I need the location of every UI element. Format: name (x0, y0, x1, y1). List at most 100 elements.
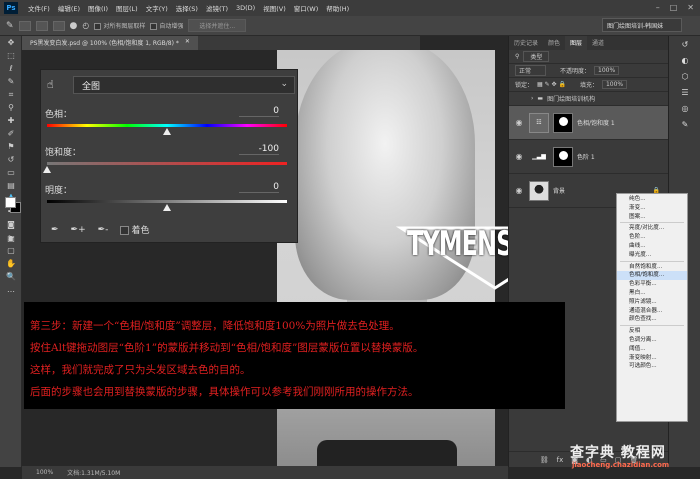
history-icon[interactable]: ↺ (669, 36, 700, 52)
menu-item[interactable]: 照片滤镜... (617, 298, 687, 307)
healing-tool-icon[interactable]: ✚ (0, 114, 22, 127)
menu-image[interactable]: 图像(I) (84, 3, 112, 13)
menu-file[interactable]: 文件(F) (24, 3, 54, 13)
brush-size-icon[interactable]: ● (70, 21, 78, 31)
paths-icon[interactable]: ✎ (669, 116, 700, 132)
minimize-icon[interactable]: – (656, 3, 660, 12)
eyedropper-minus-icon[interactable]: ✒- (98, 225, 109, 235)
eyedropper-plus-icon[interactable]: ✒+ (71, 225, 86, 235)
menu-layer[interactable]: 图层(L) (112, 3, 142, 13)
document-tab[interactable]: PS黑发变白发.psd @ 100% (色相/饱和度 1, RGB/8) * ✕ (22, 36, 198, 50)
menu-item[interactable]: 色彩平衡... (617, 280, 687, 289)
menu-item[interactable]: 反相 (617, 327, 687, 336)
colorize-checkbox[interactable]: 着色 (120, 223, 149, 236)
menu-item[interactable]: 曲线... (617, 242, 687, 251)
tab-channels[interactable]: 通道 (587, 36, 609, 50)
layer-row-levels[interactable]: ◉ ▁▃▆ 色阶 1 (509, 140, 668, 174)
lightness-input[interactable]: 0 (239, 182, 279, 193)
hue-input[interactable]: 0 (239, 106, 279, 117)
marquee-tool-icon[interactable]: ⬚ (0, 49, 22, 62)
brush-angle-icon[interactable]: ◴ (82, 21, 89, 30)
menu-item[interactable]: 阈值... (617, 345, 687, 354)
eye-icon[interactable]: ◉ (513, 152, 525, 161)
quick-mask-icon[interactable]: ◙ (0, 218, 22, 231)
layer-mask-thumbnail[interactable] (553, 146, 573, 167)
layer-kind-filter[interactable]: 类型 (523, 51, 550, 62)
hand-tool-icon[interactable]: ✋ (0, 257, 22, 270)
eyedropper-tool-icon[interactable]: ⚲ (0, 101, 22, 114)
tab-history[interactable]: 历史记录 (509, 36, 543, 50)
targeted-adjust-icon[interactable]: ☝ (47, 78, 54, 91)
fx-icon[interactable]: fx (557, 456, 564, 464)
tab-close-icon[interactable]: ✕ (185, 38, 190, 48)
layer-row-hue-saturation[interactable]: ◉ ☷ 色相/饱和度 1 (509, 106, 668, 140)
menu-item[interactable]: 黑白... (617, 289, 687, 298)
sample-all-layers-checkbox[interactable]: 对所有图层取样 (94, 21, 145, 30)
tab-color[interactable]: 颜色 (543, 36, 565, 50)
hue-slider-thumb[interactable] (163, 128, 171, 135)
workspace-dropdown[interactable]: 图门绘图培训-韩国妹 (602, 18, 682, 32)
zoom-tool-icon[interactable]: 🔍 (0, 270, 22, 283)
menu-item[interactable]: 图案... (617, 213, 687, 222)
preset-range-dropdown[interactable]: 全图 ⌄ (73, 76, 295, 94)
menu-item[interactable]: 亮度/对比度... (617, 224, 687, 233)
quick-select-tool-icon[interactable]: ✎ (6, 21, 14, 31)
add-selection-button[interactable] (35, 20, 48, 31)
menu-edit[interactable]: 编辑(E) (54, 3, 84, 13)
menu-3d[interactable]: 3D(D) (232, 4, 259, 12)
move-tool-icon[interactable]: ✥ (0, 36, 22, 49)
menu-item[interactable]: 颜色查找... (617, 315, 687, 324)
stamp-tool-icon[interactable]: ⚑ (0, 140, 22, 153)
hue-slider-track[interactable] (47, 124, 287, 127)
menu-filter[interactable]: 滤镜(T) (202, 3, 232, 13)
opacity-input[interactable]: 100% (594, 66, 620, 75)
menu-item[interactable]: 可选颜色... (617, 362, 687, 371)
tab-layers[interactable]: 图层 (565, 36, 588, 50)
adjustments-icon[interactable]: ◐ (669, 52, 700, 68)
menu-select[interactable]: 选择(S) (172, 3, 202, 13)
shape-tool-icon[interactable]: ▢ (0, 244, 22, 257)
menu-item[interactable]: 纯色... (617, 195, 687, 204)
layers-icon[interactable]: ☰ (669, 84, 700, 100)
link-icon[interactable]: ⛓ (540, 456, 549, 464)
menu-window[interactable]: 窗口(W) (290, 3, 323, 13)
lasso-tool-icon[interactable]: ℓ (0, 62, 22, 75)
eye-icon[interactable]: ◉ (513, 118, 525, 127)
quick-select-icon[interactable]: ✎ (0, 75, 22, 88)
layer-mask-thumbnail[interactable] (553, 112, 573, 133)
auto-enhance-checkbox[interactable]: 自动增强 (150, 21, 183, 30)
foreground-color-swatch[interactable] (5, 197, 16, 208)
fill-input[interactable]: 100% (601, 80, 628, 89)
lock-icons[interactable]: ▦ ✎ ✥ 🔒 (537, 81, 566, 88)
menu-help[interactable]: 帮助(H) (322, 3, 353, 13)
eye-icon[interactable]: ◉ (513, 186, 525, 195)
refine-edge-button[interactable]: 选择并遮住... (188, 19, 247, 32)
subtract-selection-button[interactable] (52, 20, 65, 31)
menu-item[interactable]: 色调分离... (617, 336, 687, 345)
saturation-slider-track[interactable] (47, 162, 287, 165)
menu-item-hue-saturation[interactable]: 色相/饱和度... (617, 271, 687, 281)
blend-mode-dropdown[interactable]: 正常 (515, 65, 547, 76)
eyedropper-icon[interactable]: ✒ (51, 225, 59, 235)
close-icon[interactable]: ✕ (687, 3, 694, 12)
new-selection-button[interactable] (18, 20, 31, 31)
eraser-tool-icon[interactable]: ▭ (0, 166, 22, 179)
menu-item[interactable]: 色阶... (617, 233, 687, 242)
brush-tool-icon[interactable]: ✐ (0, 127, 22, 140)
channels-icon[interactable]: ◎ (669, 100, 700, 116)
expand-arrow-icon[interactable]: › (531, 95, 533, 102)
saturation-input[interactable]: -100 (239, 144, 279, 155)
lightness-slider-thumb[interactable] (163, 204, 171, 211)
menu-view[interactable]: 视图(V) (259, 3, 290, 13)
menu-item[interactable]: 曝光度... (617, 251, 687, 260)
saturation-slider-thumb[interactable] (43, 166, 51, 173)
lightness-slider-track[interactable] (47, 200, 287, 203)
menu-item[interactable]: 自然饱和度... (617, 263, 687, 272)
menu-type[interactable]: 文字(Y) (142, 3, 172, 13)
layer-group-row[interactable]: › ▬ 图门绘图培训机构 (509, 92, 668, 106)
gradient-tool-icon[interactable]: ▤ (0, 179, 22, 192)
screen-mode-icon[interactable]: ▣ (0, 232, 22, 245)
menu-item[interactable]: 渐变... (617, 204, 687, 213)
more-tools-icon[interactable]: … (0, 283, 22, 296)
maximize-icon[interactable]: □ (670, 3, 678, 12)
